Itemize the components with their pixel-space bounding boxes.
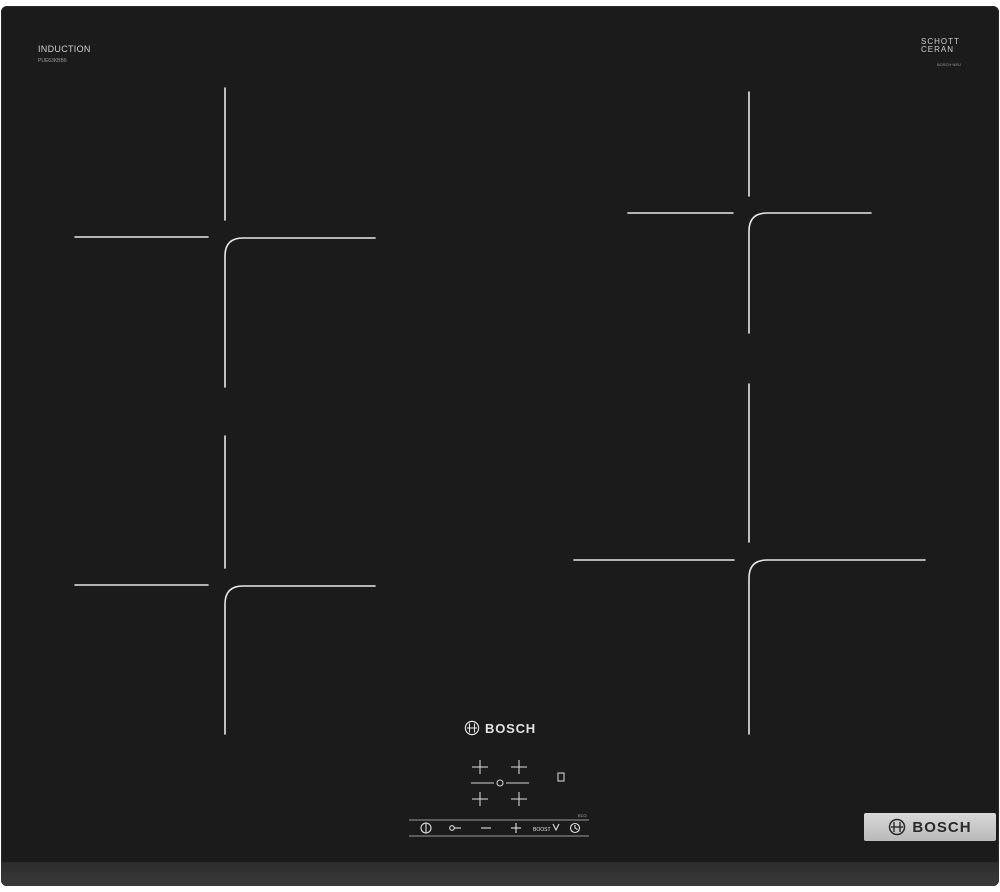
timer-button[interactable] <box>561 821 589 836</box>
boost-icon-group <box>552 823 560 832</box>
control-panel: BOOST ECO <box>409 760 589 837</box>
zone-selector-front-left[interactable] <box>472 792 488 806</box>
badge-brand-text: BOSCH <box>912 818 972 836</box>
hob-frame-edge <box>1 862 999 886</box>
induction-hob: INDUCTION PUE63KBB6 SCHOTT CERAN BOSCH·N… <box>1 6 999 886</box>
power-button[interactable] <box>411 821 441 836</box>
child-lock-button[interactable] <box>441 821 471 836</box>
minus-button[interactable] <box>471 821 501 836</box>
eco-label: ECO <box>578 813 587 818</box>
bosch-armature-icon <box>889 818 906 836</box>
boost-button[interactable]: BOOST <box>533 827 551 833</box>
zone-selector-front-right[interactable] <box>511 792 527 806</box>
zone-selector-rear-left[interactable] <box>472 760 488 774</box>
zone-timer-indicator-icon <box>496 779 504 787</box>
display-indicator-icon <box>557 772 565 782</box>
zone-selector-rear-right[interactable] <box>511 760 527 774</box>
boost-icon <box>552 823 560 832</box>
bosch-badge: BOSCH <box>864 813 996 841</box>
plus-button[interactable] <box>501 821 531 836</box>
